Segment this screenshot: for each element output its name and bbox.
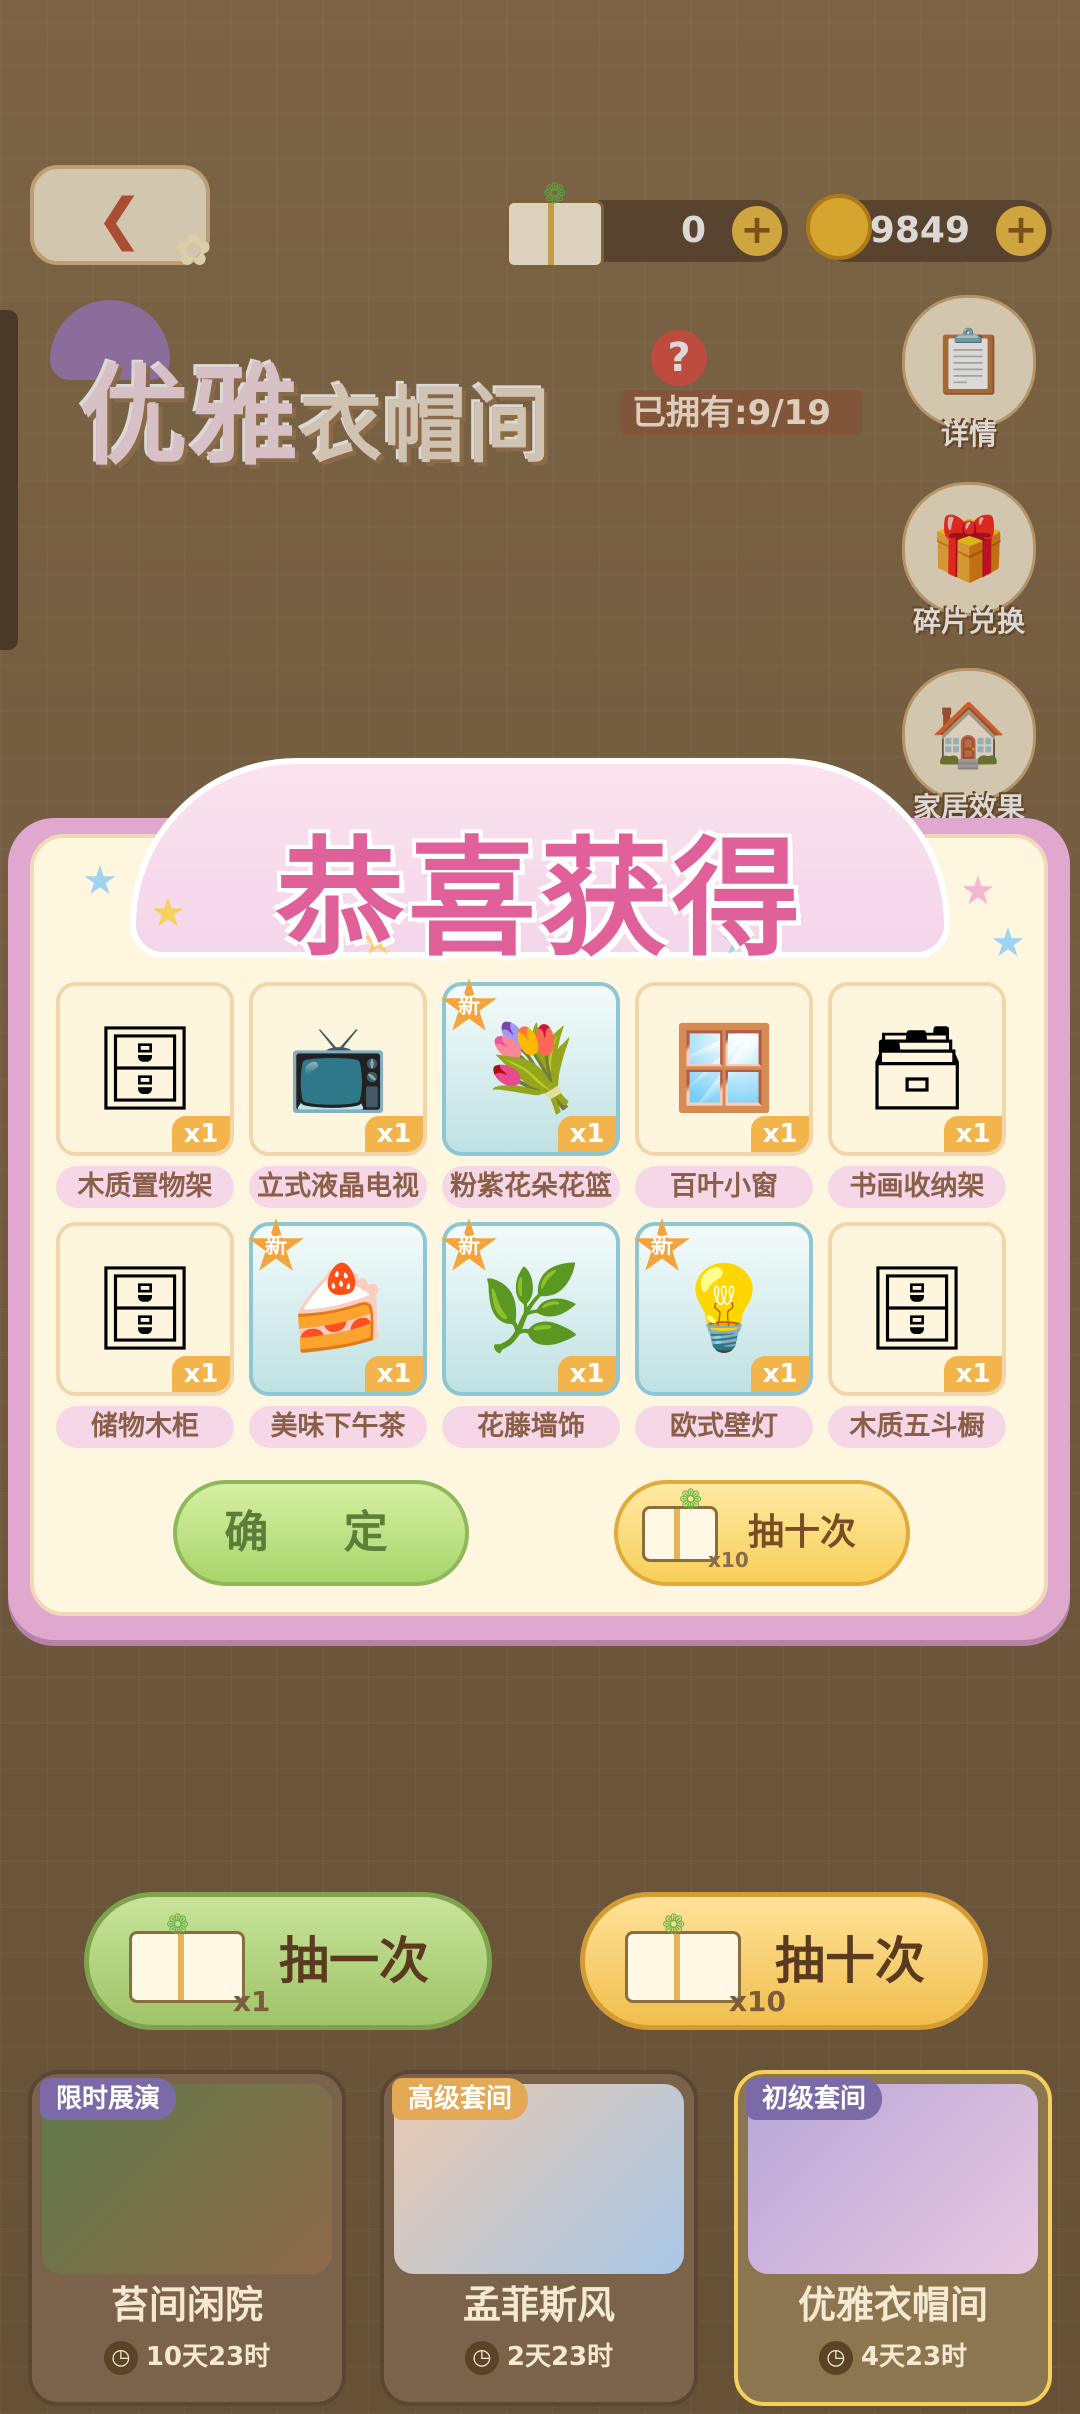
clock-icon: ◷ xyxy=(818,2340,853,2375)
item-qty: x1 xyxy=(365,1116,423,1152)
dresser-icon: 🗄 xyxy=(864,1261,970,1356)
bookshelf-icon: 🗃 xyxy=(864,1021,970,1116)
confirm-button[interactable]: 确 定 xyxy=(173,1480,469,1586)
set-tag: 限时展演 xyxy=(40,2078,177,2120)
window-icon: 🪟 xyxy=(672,1021,776,1116)
item-name: 粉紫花朵花篮 xyxy=(442,1166,620,1208)
item-name: 花藤墙饰 xyxy=(442,1406,620,1448)
item-card: 🗄 x1 xyxy=(828,1222,1006,1396)
reward-item[interactable]: 💐 x1 新 粉紫花朵花篮 xyxy=(441,978,620,1208)
reward-item[interactable]: 🪟 x1 百叶小窗 xyxy=(635,982,813,1208)
shelf-icon: 🗄 xyxy=(92,1021,198,1116)
set-timer: ◷ 4天23时 xyxy=(738,2336,1048,2375)
item-card: 🗄 x1 xyxy=(56,1222,234,1396)
item-qty: x1 xyxy=(751,1116,809,1152)
set-tag: 初级套间 xyxy=(746,2078,883,2120)
draw-one-label: 抽一次 xyxy=(279,1932,429,1990)
item-card: 🪟 x1 xyxy=(635,982,813,1156)
cabinet-icon: 🗄 xyxy=(92,1261,198,1356)
item-name: 储物木柜 xyxy=(56,1406,234,1448)
item-card: 💐 x1 新 xyxy=(441,978,620,1156)
item-qty: x1 xyxy=(365,1356,423,1392)
reward-item[interactable]: 🌿 x1 新 花藤墙饰 xyxy=(441,1218,620,1448)
item-qty: x1 xyxy=(558,1116,616,1152)
item-name: 欧式壁灯 xyxy=(635,1406,813,1448)
flower-basket-icon: 💐 xyxy=(479,1021,583,1116)
vine-decor-icon: 🌿 xyxy=(479,1261,583,1356)
draw-ten-button[interactable]: ❁ x10 抽十次 xyxy=(580,1892,988,2030)
set-timer: ◷ 10天23时 xyxy=(32,2336,342,2375)
reward-headline: 恭喜获得 xyxy=(275,825,804,974)
reward-item[interactable]: 🍰 x1 新 美味下午茶 xyxy=(248,1218,427,1448)
sprout-box-icon: ❁ xyxy=(642,1483,718,1562)
reward-item[interactable]: 🗄 x1 木质置物架 xyxy=(56,982,234,1208)
item-qty: x1 xyxy=(172,1116,230,1152)
set-time: 2天23时 xyxy=(506,2342,614,2372)
set-time: 10天23时 xyxy=(145,2342,271,2372)
reward-item[interactable]: 🗄 x1 储物木柜 xyxy=(56,1222,234,1448)
item-qty: x1 xyxy=(944,1116,1002,1152)
item-card: 💡 x1 新 xyxy=(634,1218,813,1396)
set-card-selected[interactable]: 初级套间 优雅衣帽间 ◷ 4天23时 xyxy=(734,2070,1052,2406)
reward-item[interactable]: 🗄 x1 木质五斗橱 xyxy=(828,1222,1006,1448)
draw-multiplier: x1 xyxy=(233,1985,271,2018)
item-name: 美味下午茶 xyxy=(249,1406,427,1448)
item-card: 🗃 x1 xyxy=(828,982,1006,1156)
item-name: 木质五斗橱 xyxy=(828,1406,1006,1448)
item-qty: x1 xyxy=(944,1356,1002,1392)
tv-icon: 📺 xyxy=(286,1021,390,1116)
item-card: 📺 x1 xyxy=(249,982,427,1156)
item-qty: x1 xyxy=(751,1356,809,1392)
clock-icon: ◷ xyxy=(103,2340,138,2375)
set-name: 优雅衣帽间 xyxy=(797,2283,988,2327)
set-name: 孟菲斯风 xyxy=(462,2283,615,2327)
set-timer: ◷ 2天23时 xyxy=(384,2336,694,2375)
wall-lamp-icon: 💡 xyxy=(672,1261,776,1356)
draw-one-button[interactable]: ❁ x1 抽一次 xyxy=(84,1892,492,2030)
set-name: 苔间闲院 xyxy=(110,2283,263,2327)
set-card[interactable]: 限时展演 苔间闲院 ◷ 10天23时 xyxy=(28,2070,346,2406)
set-time: 4天23时 xyxy=(860,2342,968,2372)
clock-icon: ◷ xyxy=(464,2340,499,2375)
item-card: 🗄 x1 xyxy=(56,982,234,1156)
cake-stand-icon: 🍰 xyxy=(286,1261,390,1356)
item-name: 木质置物架 xyxy=(56,1166,234,1208)
item-card: 🌿 x1 新 xyxy=(441,1218,620,1396)
sprout-box-icon: ❁ xyxy=(625,1908,741,2003)
item-name: 书画收纳架 xyxy=(828,1166,1006,1208)
draw-multiplier: x10 xyxy=(708,1548,749,1572)
dialog-draw-ten-button[interactable]: ❁ x10 抽十次 xyxy=(614,1480,910,1586)
sprout-box-icon: ❁ xyxy=(129,1908,245,2003)
item-name: 立式液晶电视 xyxy=(249,1166,427,1208)
reward-item[interactable]: 💡 x1 新 欧式壁灯 xyxy=(634,1218,813,1448)
set-card[interactable]: 高级套间 孟菲斯风 ◷ 2天23时 xyxy=(380,2070,698,2406)
item-qty: x1 xyxy=(558,1356,616,1392)
item-qty: x1 xyxy=(172,1356,230,1392)
item-name: 百叶小窗 xyxy=(635,1166,813,1208)
draw-ten-label: 抽十次 xyxy=(775,1932,925,1990)
reward-item[interactable]: 🗃 x1 书画收纳架 xyxy=(828,982,1006,1208)
set-tag: 高级套间 xyxy=(392,2078,529,2120)
item-card: 🍰 x1 新 xyxy=(248,1218,427,1396)
reward-item[interactable]: 📺 x1 立式液晶电视 xyxy=(249,982,427,1208)
draw-ten-label: 抽十次 xyxy=(748,1512,857,1553)
